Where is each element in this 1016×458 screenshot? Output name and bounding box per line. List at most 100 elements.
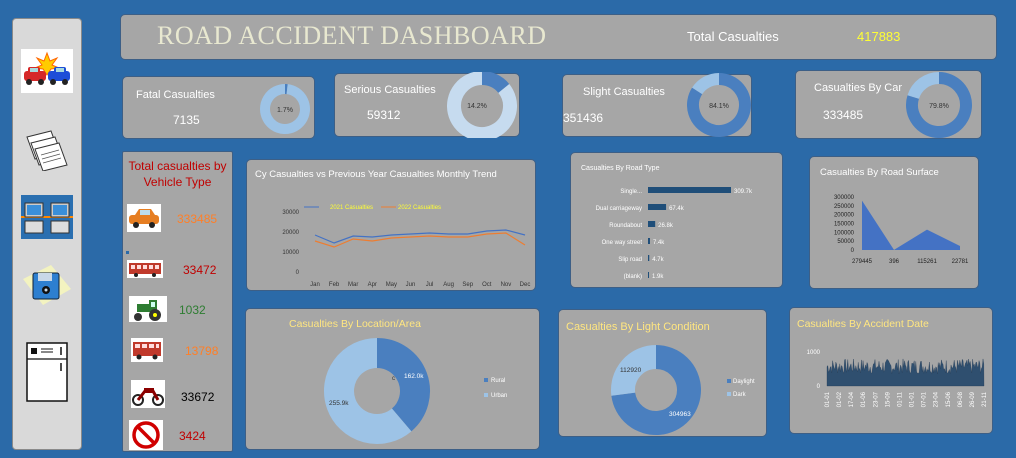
surface-xtick: 22781 <box>952 259 969 265</box>
surface-ytick: 100000 <box>834 230 855 236</box>
kpi-slight-pct: 84.1% <box>709 103 729 110</box>
location-legend-swatch <box>484 378 488 382</box>
kpi-car-card: Casualties By Car 333485 79.8% <box>795 70 982 139</box>
light-legend-label: Dark <box>733 392 747 398</box>
documents-icon[interactable] <box>21 127 73 172</box>
refrigerator-icon[interactable] <box>21 341 73 403</box>
motorcycle-icon <box>131 380 165 408</box>
kpi-car-donut: 79.8% <box>906 72 972 138</box>
road-type-label: 4.7k <box>652 257 664 263</box>
surface-ytick: 150000 <box>834 222 855 228</box>
surface-ytick: 50000 <box>837 239 854 245</box>
page-title: ROAD ACCIDENT DASHBOARD <box>157 21 547 50</box>
trend-xtick: Aug <box>443 282 454 288</box>
network-computers-icon[interactable] <box>21 195 73 239</box>
trend-xtick: Jan <box>310 282 320 288</box>
surface-ytick: 200000 <box>834 213 855 219</box>
location-legend-label: Rural <box>491 378 505 384</box>
kpi-serious-label: Serious Casualties <box>344 84 436 96</box>
kpi-slight-donut: 84.1% <box>687 73 751 137</box>
vehicle-value-car: 333485 <box>177 212 218 226</box>
date-xtick: 01-01 <box>910 391 916 407</box>
car-icon <box>127 204 161 232</box>
light-chart: 304963 112920 Daylight Dark <box>611 345 755 435</box>
trend-series-line <box>314 232 526 248</box>
trend-xtick: Nov <box>501 282 512 288</box>
vehicle-type-title: Total casualties by Vehicle Type <box>128 159 227 189</box>
kpi-fatal-card: Fatal Casualties 7135 1.7% <box>122 76 315 139</box>
road-surface-chart: 300000 250000 200000 150000 100000 50000 0 2794… <box>834 195 969 265</box>
road-type-label: 26.8k <box>658 223 674 229</box>
vehicle-value-van: 13798 <box>185 344 219 358</box>
road-surface-chart-panel: Casualties By Road Surface 300000 250000 2… <box>809 156 979 289</box>
road-type-label: 1.9k <box>652 274 664 280</box>
vehicle-value-tractor: 1032 <box>179 303 206 317</box>
location-value-rural: 162.0k <box>404 373 424 380</box>
trend-xtick: Jul <box>426 282 434 288</box>
van-icon <box>131 338 163 362</box>
kpi-slight-label: Slight Casualties <box>583 86 665 98</box>
date-xtick: 01-01 <box>825 391 831 407</box>
road-type-category: Dual carriageway <box>596 206 642 212</box>
trend-xtick: Apr <box>368 282 377 288</box>
header-panel: ROAD ACCIDENT DASHBOARD Total Casualties… <box>120 14 997 60</box>
donut-segment-value <box>481 72 510 94</box>
kpi-fatal-label: Fatal Casualties <box>136 89 215 101</box>
date-xtick: 23-04 <box>934 391 940 407</box>
kpi-fatal-value: 7135 <box>173 113 200 127</box>
trend-chart-panel: Cy Casualties vs Previous Year Casualtie… <box>246 159 536 291</box>
trend-xtick: Dec <box>520 282 531 288</box>
road-type-category: Slip road <box>618 257 642 263</box>
vehicle-value-other: 3424 <box>179 429 206 443</box>
kpi-serious-value: 59312 <box>367 108 401 122</box>
kpi-slight-card: Slight Casualties 351436 84.1% <box>562 73 752 137</box>
date-xtick: 21-11 <box>982 391 988 407</box>
trend-xtick: Sep <box>462 282 473 288</box>
trend-xtick: Oct <box>482 282 492 288</box>
road-type-category: One way street <box>602 240 643 246</box>
road-type-chart: Single... 309.7k Dual carriageway 67.4k Roun… <box>596 187 753 280</box>
location-chart: c 162.0k 255.9k Rural Urban <box>324 338 507 444</box>
location-center-label: c <box>392 376 395 382</box>
total-casualties-value: 417883 <box>857 29 901 44</box>
trend-ytick: 20000 <box>282 230 299 236</box>
surface-ytick: 0 <box>851 248 855 254</box>
car-crash-icon[interactable] <box>21 49 73 93</box>
accident-date-chart-panel: Casualties By Accident Date 1000 0 01-01 01… <box>789 307 993 434</box>
road-type-bar <box>648 204 667 210</box>
kpi-slight-value: 351436 <box>563 111 604 125</box>
surface-xtick: 115261 <box>917 259 937 265</box>
floppy-disk-icon[interactable] <box>21 263 73 307</box>
marker-dot <box>126 251 129 254</box>
light-legend-swatch <box>727 379 731 383</box>
date-xtick: 06-08 <box>958 391 964 407</box>
light-legend-label: Daylight <box>733 379 755 385</box>
surface-xtick: 279445 <box>852 259 873 265</box>
location-value-urban: 255.9k <box>329 400 349 407</box>
date-xtick: 07-01 <box>922 391 928 407</box>
surface-ytick: 250000 <box>834 204 855 210</box>
road-type-category: Single... <box>620 189 642 195</box>
location-legend-label: Urban <box>491 393 507 399</box>
donut-segment-rest <box>907 72 940 100</box>
date-xtick: 15-06 <box>946 391 952 407</box>
surface-area <box>862 200 960 250</box>
date-xtick: 26-09 <box>970 391 976 407</box>
date-xtick: 23-07 <box>873 391 879 407</box>
kpi-fatal-donut: 1.7% <box>260 84 310 134</box>
trend-xtick: Mar <box>348 282 358 288</box>
road-type-bar <box>648 221 656 227</box>
legend-2021: 2021 Casualties <box>330 205 373 211</box>
road-type-label: 67.4k <box>669 206 685 212</box>
kpi-car-pct: 79.8% <box>929 103 949 110</box>
date-xtick: 17-04 <box>849 391 855 407</box>
trend-ytick: 10000 <box>282 250 299 256</box>
kpi-serious-donut: 14.2% <box>447 72 517 138</box>
trend-chart: 2021 Casualties 2022 Casualties 30000 200… <box>282 205 531 288</box>
light-legend-swatch <box>727 392 731 396</box>
road-type-bar <box>648 238 650 244</box>
trend-xtick: Feb <box>329 282 340 288</box>
trend-ytick: 30000 <box>282 210 299 216</box>
date-xtick: 15-09 <box>885 391 891 407</box>
surface-ytick: 300000 <box>834 195 855 201</box>
